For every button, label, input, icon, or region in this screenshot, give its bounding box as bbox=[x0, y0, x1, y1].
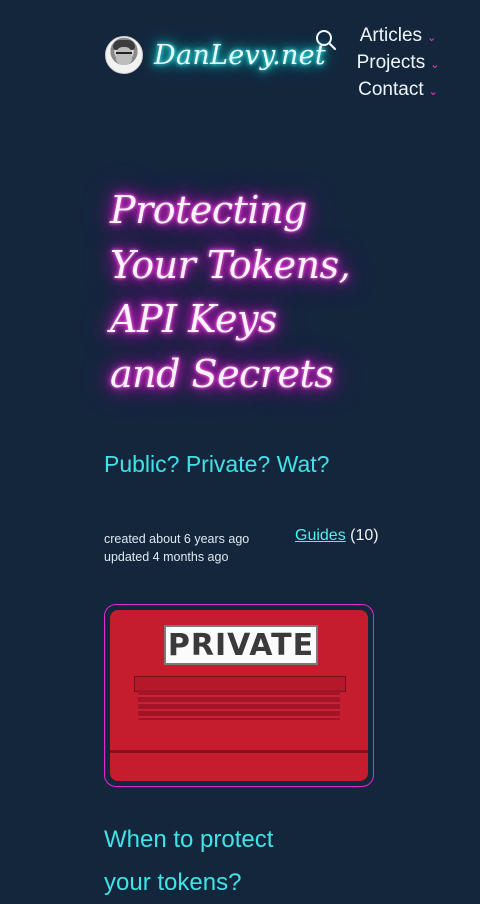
main-nav: Articles ⌄ Projects ⌄ Contact ⌄ bbox=[348, 22, 448, 103]
avatar bbox=[105, 36, 143, 74]
article-subtitle: Public? Private? Wat? bbox=[104, 451, 330, 477]
article-title: Protecting Your Tokens, API Keys and Sec… bbox=[110, 183, 370, 401]
hero-image: PRIVATE bbox=[104, 604, 374, 787]
section-heading: When to protect your tokens? bbox=[104, 826, 274, 896]
site-name: DanLevy.net bbox=[154, 39, 327, 71]
article-title-line: Your Tokens, bbox=[110, 242, 351, 287]
article-title-line: and Secrets bbox=[110, 351, 334, 396]
article-title-line: API Keys bbox=[110, 297, 277, 341]
site-header: DanLevy.net Articles ⌄ Projects ⌄ Contac… bbox=[0, 0, 480, 120]
category-count: (10) bbox=[350, 527, 379, 544]
chevron-down-icon: ⌄ bbox=[427, 32, 437, 44]
nav-item-contact[interactable]: Contact ⌄ bbox=[348, 76, 448, 103]
chevron-down-icon: ⌄ bbox=[430, 59, 440, 71]
search-icon[interactable] bbox=[315, 29, 337, 51]
nav-item-articles[interactable]: Articles ⌄ bbox=[348, 22, 448, 49]
nav-item-projects[interactable]: Projects ⌄ bbox=[348, 49, 448, 76]
chevron-down-icon: ⌄ bbox=[428, 86, 438, 98]
private-sign: PRIVATE bbox=[164, 625, 318, 665]
category-link[interactable]: Guides bbox=[295, 527, 346, 544]
nav-item-label: Articles bbox=[359, 24, 423, 46]
category-tag: Guides (10) bbox=[295, 527, 379, 545]
nav-item-label: Projects bbox=[356, 51, 426, 73]
created-date: created about 6 years ago bbox=[104, 532, 250, 546]
private-mailbox-photo: PRIVATE bbox=[110, 610, 368, 781]
article-meta: created about 6 years ago updated 4 mont… bbox=[104, 530, 249, 566]
home-link[interactable]: DanLevy.net bbox=[105, 36, 326, 74]
wall-ledge bbox=[110, 750, 368, 753]
mail-slot bbox=[138, 690, 340, 720]
updated-date: updated 4 months ago bbox=[104, 550, 229, 564]
nav-item-label: Contact bbox=[358, 78, 424, 100]
article-title-line: Protecting bbox=[110, 188, 307, 232]
